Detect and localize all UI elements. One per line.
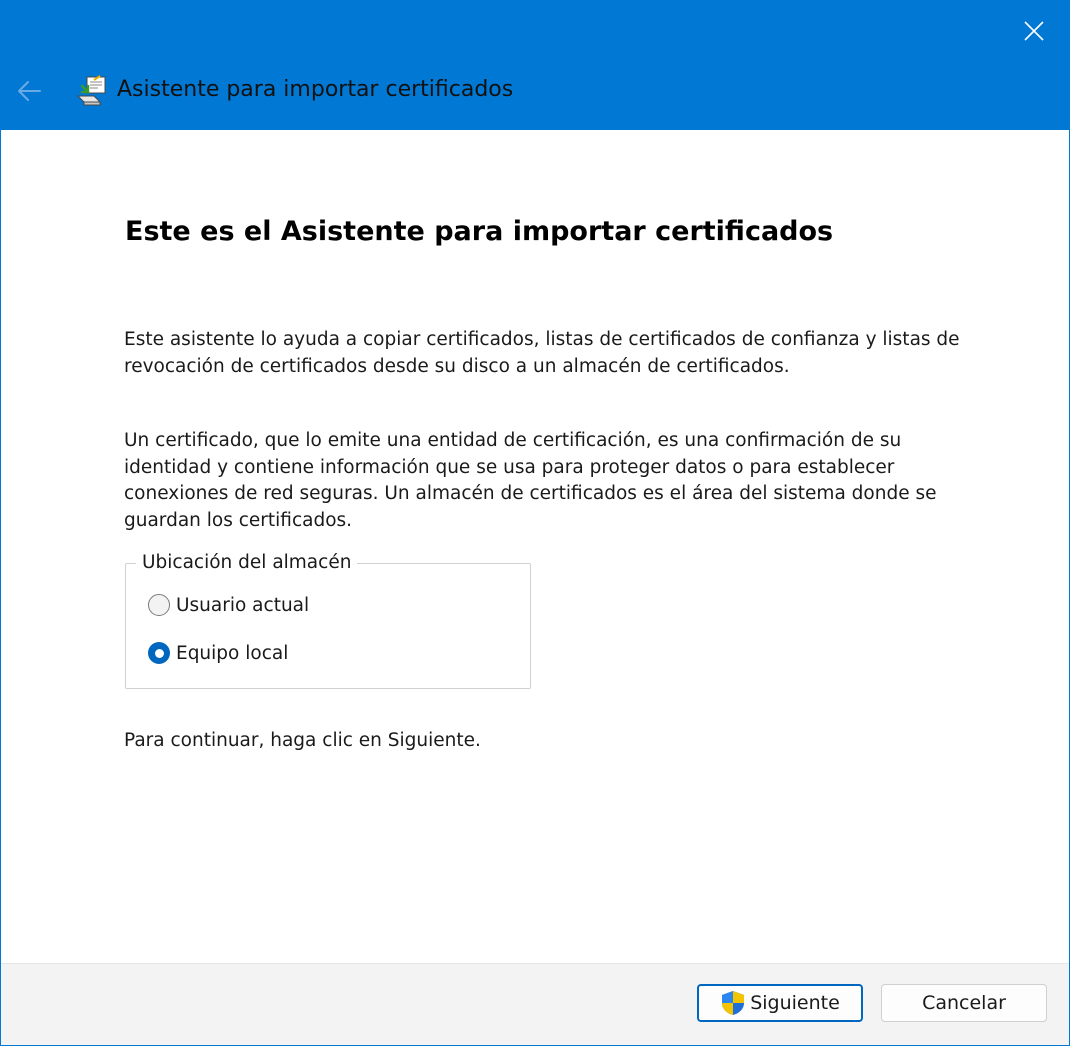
close-icon [1024,21,1044,41]
certificate-wizard-icon [76,75,106,106]
page-heading: Este es el Asistente para importar certi… [125,216,834,247]
radio-local-machine-label[interactable]: Equipo local [176,643,288,664]
cancel-button-label: Cancelar [922,992,1006,1014]
radio-local-machine-indicator[interactable] [148,642,170,664]
window-title: Asistente para importar certificados [117,77,514,102]
back-button[interactable] [11,73,47,109]
title-bar: Asistente para importar certificados [1,1,1069,130]
cancel-button[interactable]: Cancelar [881,984,1047,1022]
button-bar: Siguiente Cancelar [1,963,1069,1045]
radio-current-user-label[interactable]: Usuario actual [176,595,309,616]
uac-shield-icon [722,991,745,1015]
close-button[interactable] [1011,11,1057,51]
next-button[interactable]: Siguiente [697,984,863,1022]
description-paragraph-2: Un certificado, que lo emite una entidad… [124,430,937,531]
radio-current-user-indicator[interactable] [148,594,170,616]
continue-instruction: Para continuar, haga clic en Siguiente. [124,730,481,751]
certificate-import-wizard-window: Asistente para importar certificados Est… [0,0,1070,1046]
next-button-label: Siguiente [750,992,840,1014]
wizard-content: Este es el Asistente para importar certi… [1,130,1069,963]
description-paragraph-1: Este asistente lo ayuda a copiar certifi… [124,329,960,377]
radio-local-machine[interactable]: Equipo local [148,642,288,664]
store-location-group: Ubicación del almacén Usuario actual Equ… [125,552,531,689]
arrow-left-icon [18,81,41,101]
radio-current-user[interactable]: Usuario actual [148,594,309,616]
store-location-legend: Ubicación del almacén [136,552,358,573]
